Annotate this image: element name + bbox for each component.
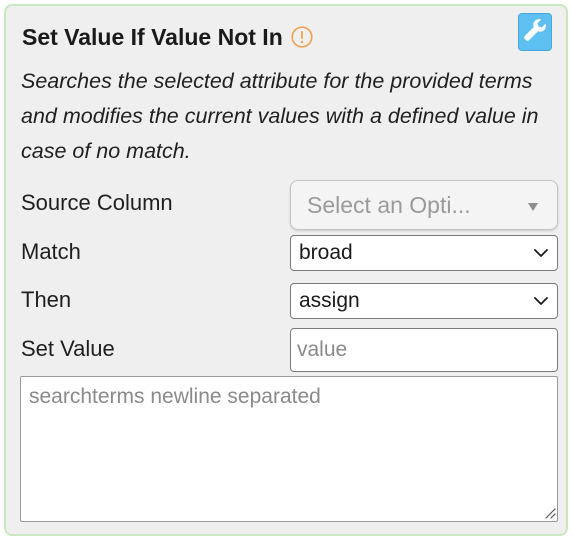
match-value: broad xyxy=(299,241,353,264)
searchterms-textarea[interactable] xyxy=(20,376,558,522)
chevron-down-icon xyxy=(534,249,548,257)
settings-button[interactable] xyxy=(518,13,552,51)
source-column-select[interactable]: Select an Opti... xyxy=(290,180,558,230)
card-header: Set Value If Value Not In xyxy=(22,20,313,54)
set-value-input[interactable] xyxy=(290,328,558,372)
wrench-icon xyxy=(522,17,548,48)
match-label: Match xyxy=(21,239,81,264)
processor-card: Set Value If Value Not In Searches the s… xyxy=(4,4,568,536)
set-value-label: Set Value xyxy=(21,336,115,361)
chevron-down-icon xyxy=(534,297,548,305)
then-select[interactable]: assign xyxy=(290,283,558,319)
source-column-placeholder: Select an Opti... xyxy=(307,191,471,218)
card-description: Searches the selected attribute for the … xyxy=(21,69,539,163)
resize-grip-icon[interactable] xyxy=(544,507,556,519)
then-value: assign xyxy=(299,289,360,312)
caret-down-icon xyxy=(528,203,538,211)
source-column-label: Source Column xyxy=(21,190,173,215)
then-label: Then xyxy=(21,287,72,312)
card-title: Set Value If Value Not In xyxy=(22,23,283,50)
match-select[interactable]: broad xyxy=(290,235,558,271)
exclamation-circle-icon[interactable] xyxy=(291,26,313,48)
